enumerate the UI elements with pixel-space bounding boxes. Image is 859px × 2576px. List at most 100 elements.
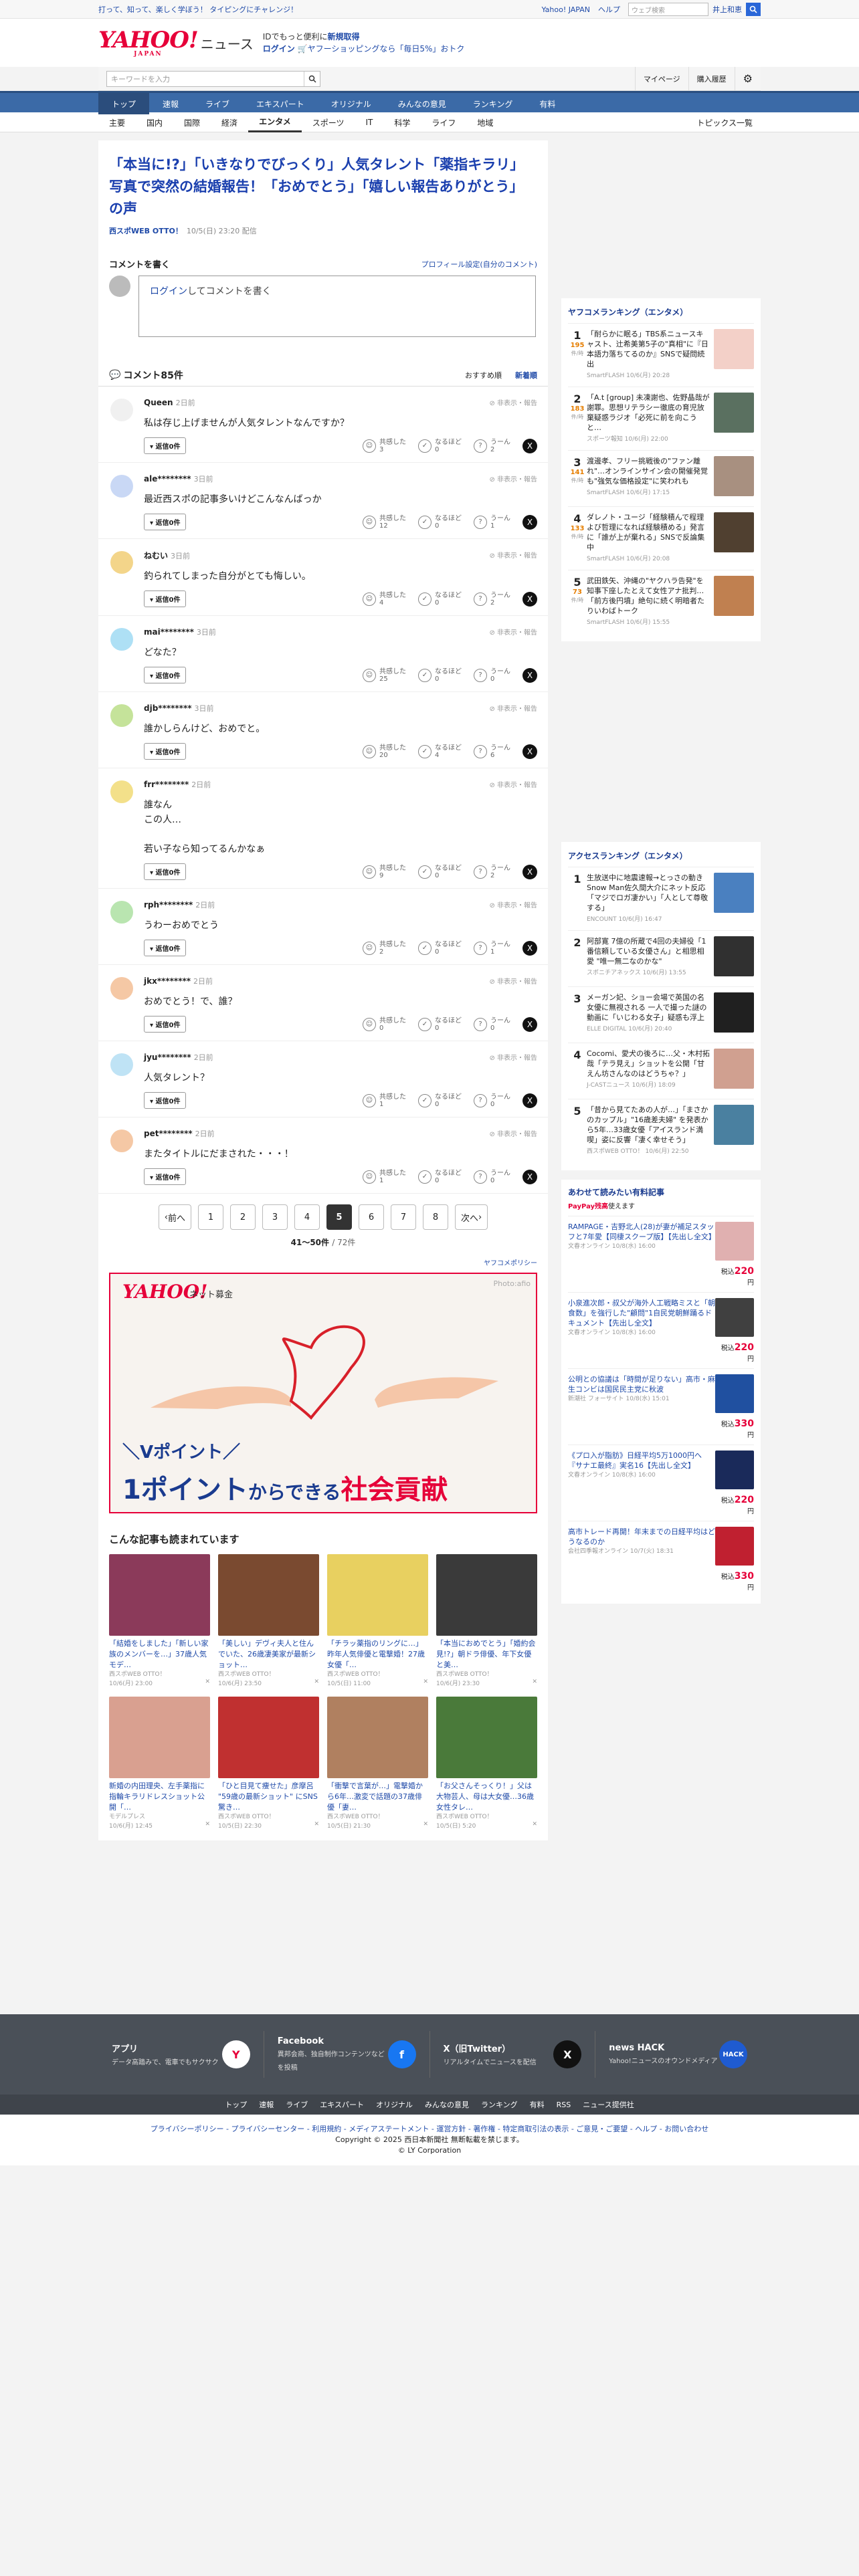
empathy-button[interactable]: ☺ 共感した 20 bbox=[363, 744, 406, 759]
page-number-button[interactable]: 6 bbox=[359, 1204, 384, 1230]
empathy-button[interactable]: ☺ 共感した 4 bbox=[363, 592, 406, 607]
recommended-article[interactable]: 「美しい」デヴィ夫人と住んでいた、26歳凄美家が最新ショット… 西スポWEB OT… bbox=[218, 1554, 319, 1687]
paid-article[interactable]: 高市トレード再開！年末までの日経平均はどうなるのか 会社四季報オンライン 10/7… bbox=[568, 1521, 754, 1597]
paid-article[interactable]: 《プロ入が脂肪》日経平均5万1000円へ『サナエ最終』実名16【先出し全文】 文春… bbox=[568, 1444, 754, 1521]
comment-username[interactable]: frr******** bbox=[144, 780, 189, 789]
settings-button[interactable]: ⚙ bbox=[734, 66, 761, 91]
empathy-button[interactable]: ☺ 共感した 1 bbox=[363, 1170, 406, 1184]
doubt-button[interactable]: ? うーん 0 bbox=[474, 1093, 510, 1108]
doubt-button[interactable]: ? うーん 1 bbox=[474, 515, 510, 530]
insight-button[interactable]: ✓ なるほど 0 bbox=[418, 1170, 462, 1184]
footer-card[interactable]: X（旧Twitter） リアルタイムでニュースを配信 X bbox=[430, 2031, 596, 2078]
footer-nav-link[interactable]: トップ bbox=[225, 2099, 247, 2110]
reply-toggle-button[interactable]: ▾ 返信0件 bbox=[144, 863, 187, 880]
category-tab[interactable]: 国際 bbox=[173, 112, 211, 132]
footer-nav-link[interactable]: ニュース提供社 bbox=[583, 2099, 634, 2110]
recommended-article[interactable]: 「衝撃で言葉が…」電撃婚から6年…激変で話題の37歳俳優「妻… 西スポWEB OT… bbox=[327, 1697, 428, 1830]
footer-nav-link[interactable]: RSS bbox=[557, 2101, 571, 2109]
sort-newest[interactable]: 新着順 bbox=[515, 370, 537, 381]
footer-card[interactable]: アプリ データ高踏みで、電車でもサクサク Y bbox=[98, 2031, 264, 2078]
comment-login-link[interactable]: ログイン bbox=[150, 286, 187, 297]
login-link[interactable]: ログイン bbox=[263, 44, 295, 53]
global-nav-tab[interactable]: ランキング bbox=[460, 93, 527, 114]
topics-list-link[interactable]: トピックス一覧 bbox=[696, 117, 761, 128]
insight-button[interactable]: ✓ なるほど 0 bbox=[418, 439, 462, 453]
footer-nav-link[interactable]: エキスパート bbox=[320, 2099, 364, 2110]
x-share-icon[interactable]: X bbox=[522, 864, 537, 879]
empathy-button[interactable]: ☺ 共感した 2 bbox=[363, 941, 406, 956]
footer-card[interactable]: news HACK Yahoo!ニュースのオウンドメディア HACK bbox=[595, 2031, 761, 2078]
category-tab[interactable]: 経済 bbox=[211, 112, 248, 132]
recommended-article[interactable]: 「チラッ薬指のリングに…」昨年人気俳優と電撃婚！27歳女優「… 西スポWEB OT… bbox=[327, 1554, 428, 1687]
recommended-article[interactable]: 新婚の内田理央、左手薬指に指輪キラリドレスショット公開「… モデルプレス 10/6(… bbox=[109, 1697, 210, 1830]
doubt-button[interactable]: ? うーん 0 bbox=[474, 668, 510, 683]
reply-toggle-button[interactable]: ▾ 返信0件 bbox=[144, 1092, 187, 1109]
doubt-button[interactable]: ? うーん 0 bbox=[474, 1017, 510, 1032]
x-share-icon[interactable]: X bbox=[522, 438, 537, 453]
page-number-button[interactable]: 3 bbox=[262, 1204, 288, 1230]
category-tab[interactable]: エンタメ bbox=[248, 112, 302, 132]
ranking-item[interactable]: 5 73 件/時 武田鉄矢、沖縄の"ヤクハラ告発"を知事下座したとえて女性アナ批判…「… bbox=[568, 570, 754, 633]
close-icon[interactable]: ✕ bbox=[532, 1821, 537, 1830]
user-name[interactable]: 井上和恵 bbox=[712, 4, 742, 15]
x-share-icon[interactable]: X bbox=[522, 667, 537, 683]
hide-report-link[interactable]: ⊘ 非表示・報告 bbox=[489, 703, 537, 713]
x-share-icon[interactable]: X bbox=[522, 514, 537, 530]
comment-username[interactable]: jkx******** bbox=[144, 976, 191, 986]
doubt-button[interactable]: ? うーん 0 bbox=[474, 1170, 510, 1184]
footer-nav-link[interactable]: オリジナル bbox=[376, 2099, 413, 2110]
page-number-button[interactable]: 1 bbox=[198, 1204, 223, 1230]
empathy-button[interactable]: ☺ 共感した 12 bbox=[363, 515, 406, 530]
paid-article[interactable]: RAMPAGE・吉野北人(28)が妻が補足スタッフと7年愛【同棲スクープ版】【先… bbox=[568, 1216, 754, 1292]
x-share-icon[interactable]: X bbox=[522, 744, 537, 759]
global-nav-tab[interactable]: ライブ bbox=[192, 93, 243, 114]
donation-ad-banner[interactable]: YAHOO! ネット募金 Photo:afio ＼Vポイント／ 1ポイントからで… bbox=[109, 1273, 537, 1513]
comment-username[interactable]: rph******** bbox=[144, 900, 193, 909]
x-share-icon[interactable]: X bbox=[522, 940, 537, 956]
ranking-item[interactable]: 5 「昔から見てたあの人が…」「まさかのカップル」"16歳差夫婦" を発表から5年… bbox=[568, 1099, 754, 1162]
insight-button[interactable]: ✓ なるほど 0 bbox=[418, 865, 462, 879]
close-icon[interactable]: ✕ bbox=[423, 1679, 428, 1687]
ranking-item[interactable]: 1 195 件/時 「耐らかに眠る」TBS系ニュースキャスト、辻希美第5子の"真相"に… bbox=[568, 323, 754, 387]
hide-report-link[interactable]: ⊘ 非表示・報告 bbox=[489, 976, 537, 986]
comment-textarea[interactable]: ログインしてコメントを書く bbox=[138, 276, 536, 337]
hide-report-link[interactable]: ⊘ 非表示・報告 bbox=[489, 1128, 537, 1138]
empathy-button[interactable]: ☺ 共感した 0 bbox=[363, 1017, 406, 1032]
recommended-article[interactable]: 「本当におめでとう」「婚約会見!?」朝ドラ俳優、年下女優と美… 西スポWEB OT… bbox=[436, 1554, 537, 1687]
shopping-promo-link[interactable]: ヤフーショッピングなら「毎日5%」おトク bbox=[308, 44, 465, 53]
x-share-icon[interactable]: X bbox=[522, 1016, 537, 1032]
x-share-icon[interactable]: X bbox=[522, 1169, 537, 1184]
news-logo-label[interactable]: ニュース bbox=[201, 33, 254, 53]
reply-toggle-button[interactable]: ▾ 返信0件 bbox=[144, 743, 187, 760]
recommended-article[interactable]: 「ひと目見て痩せた」彦摩呂 "59歳の最新ショット" にSNS驚き… 西スポWEB… bbox=[218, 1697, 319, 1830]
doubt-button[interactable]: ? うーん 1 bbox=[474, 941, 510, 956]
close-icon[interactable]: ✕ bbox=[314, 1821, 319, 1830]
reply-toggle-button[interactable]: ▾ 返信0件 bbox=[144, 940, 187, 956]
hide-report-link[interactable]: ⊘ 非表示・報告 bbox=[489, 899, 537, 909]
empathy-button[interactable]: ☺ 共感した 25 bbox=[363, 668, 406, 683]
footer-card[interactable]: Facebook 異邦会商、独自制作コンテンツなどを投稿 f bbox=[264, 2031, 430, 2078]
hide-report-link[interactable]: ⊘ 非表示・報告 bbox=[489, 627, 537, 637]
ranking-item[interactable]: 2 阿部寛 7億の所蔵で4回の夫婦役「1番信頼している女優さん」と相思相愛 "唯一… bbox=[568, 930, 754, 986]
typing-promo-link[interactable]: 打って、知って、楽しく学ぼう！ タイピングにチャレンジ！ bbox=[98, 4, 298, 15]
empathy-button[interactable]: ☺ 共感した 3 bbox=[363, 439, 406, 453]
category-tab[interactable]: 科学 bbox=[383, 112, 421, 132]
global-nav-tab[interactable]: 速報 bbox=[149, 93, 192, 114]
reply-toggle-button[interactable]: ▾ 返信0件 bbox=[144, 667, 187, 683]
page-number-button[interactable]: 5 bbox=[326, 1204, 352, 1230]
article-headline[interactable]: 「本当に!?」「いきなりでびっくり」人気タレント「薬指キラリ」写真で突然の結婚報… bbox=[109, 154, 537, 220]
ranking-item[interactable]: 3 メーガン妃、ショー会場で英国の名女優に無視される 一人で撮った謎の動画に「いじ… bbox=[568, 986, 754, 1043]
doubt-button[interactable]: ? うーん 2 bbox=[474, 865, 510, 879]
reply-toggle-button[interactable]: ▾ 返信0件 bbox=[144, 437, 187, 454]
insight-button[interactable]: ✓ なるほど 0 bbox=[418, 1093, 462, 1108]
purchase-history-link[interactable]: 購入履歴 bbox=[688, 66, 735, 91]
insight-button[interactable]: ✓ なるほど 0 bbox=[418, 1017, 462, 1032]
pager-prev-button[interactable]: ‹ 前へ bbox=[158, 1204, 191, 1230]
footer-nav-link[interactable]: ランキング bbox=[481, 2099, 518, 2110]
global-nav-tab[interactable]: 有料 bbox=[526, 93, 569, 114]
footer-nav-link[interactable]: 有料 bbox=[530, 2099, 545, 2110]
ranking-item[interactable]: 3 141 件/時 渡邊孝、フリー挑戦後の"ファン離れ"…オンラインサイン会の開催発覚… bbox=[568, 450, 754, 506]
comment-username[interactable]: djb******** bbox=[144, 704, 192, 713]
hide-report-link[interactable]: ⊘ 非表示・報告 bbox=[489, 473, 537, 484]
close-icon[interactable]: ✕ bbox=[205, 1679, 210, 1687]
